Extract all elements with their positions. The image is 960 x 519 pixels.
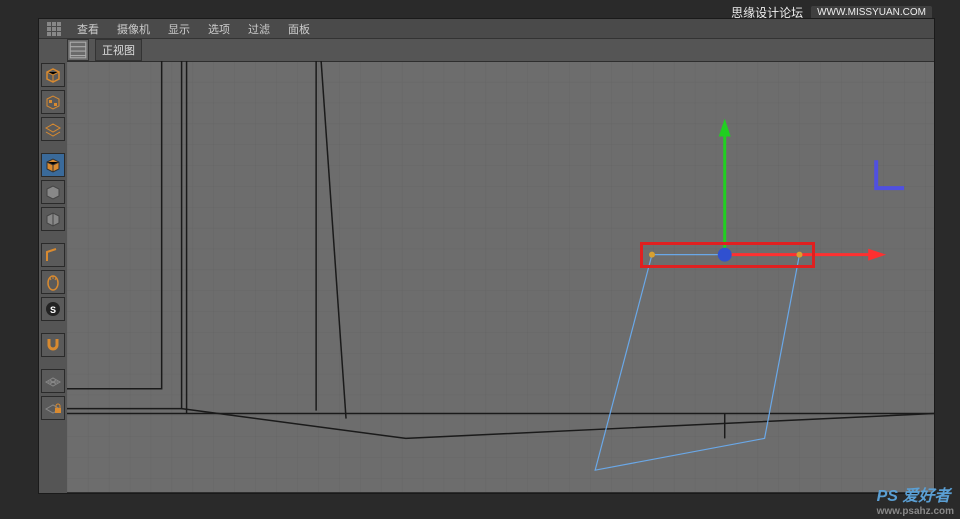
menu-camera[interactable]: 摄像机 bbox=[109, 19, 158, 39]
watermark-brand: PS 爱好者 bbox=[877, 488, 951, 505]
mode-toolbar: S bbox=[39, 61, 67, 493]
viewport-label: 正视图 bbox=[95, 39, 142, 61]
menu-filter[interactable]: 过滤 bbox=[240, 19, 278, 39]
tool-scale-mode[interactable]: S bbox=[41, 297, 65, 321]
watermark-bottom-url: www.psahz.com bbox=[877, 506, 954, 517]
tool-texture[interactable] bbox=[41, 90, 65, 114]
menu-view[interactable]: 查看 bbox=[69, 19, 107, 39]
app-window: 查看 摄像机 显示 选项 过滤 面板 正视图 S bbox=[38, 18, 935, 494]
tool-grid[interactable] bbox=[41, 117, 65, 141]
tool-object-mode[interactable] bbox=[41, 180, 65, 204]
tool-workplane[interactable] bbox=[41, 369, 65, 393]
svg-text:S: S bbox=[50, 305, 56, 315]
viewport-menubar: 查看 摄像机 显示 选项 过滤 面板 bbox=[39, 19, 934, 39]
tool-lock-workplane[interactable] bbox=[41, 396, 65, 420]
viewport-3d[interactable] bbox=[67, 61, 934, 493]
menu-options[interactable]: 选项 bbox=[200, 19, 238, 39]
watermark-bottom: PS 爱好者 www.psahz.com bbox=[877, 482, 954, 517]
viewport-icon[interactable] bbox=[67, 39, 89, 61]
annotation-highlight bbox=[640, 242, 815, 268]
tool-model-mode[interactable] bbox=[41, 153, 65, 177]
menu-display[interactable]: 显示 bbox=[160, 19, 198, 39]
tool-point-mode[interactable] bbox=[41, 270, 65, 294]
panel-grip-icon[interactable] bbox=[47, 22, 61, 36]
viewport-grid bbox=[67, 61, 934, 493]
menu-panel[interactable]: 面板 bbox=[280, 19, 318, 39]
tool-edge-mode[interactable] bbox=[41, 243, 65, 267]
tool-snap[interactable] bbox=[41, 333, 65, 357]
viewport-header: 正视图 bbox=[67, 39, 142, 61]
tool-cube[interactable] bbox=[41, 63, 65, 87]
tool-poly-mode[interactable] bbox=[41, 207, 65, 231]
